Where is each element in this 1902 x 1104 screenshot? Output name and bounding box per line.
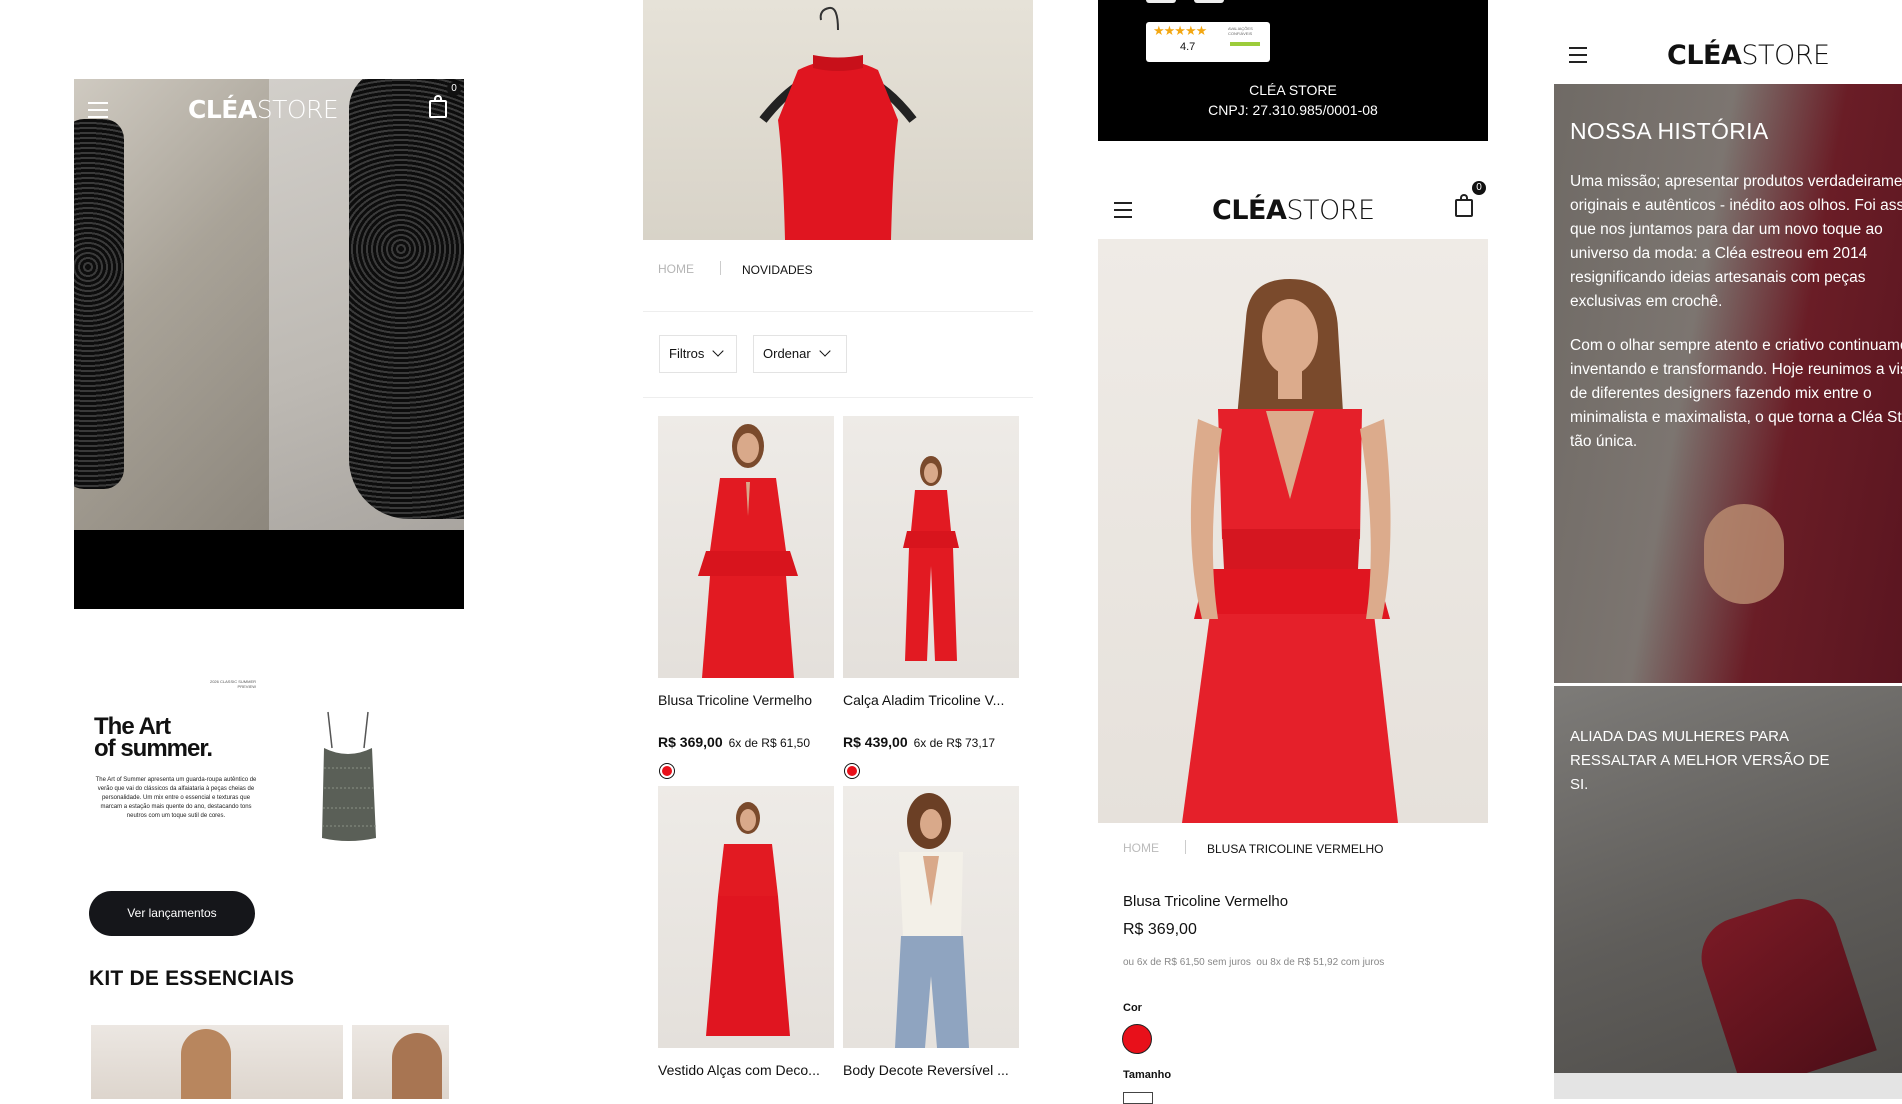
category-banner [643,0,1033,240]
crochet-dress-right [349,79,464,519]
history-background-image: NOSSA HISTÓRIA Uma missão; apresentar pr… [1554,84,1902,683]
rating-brand-mark [1230,42,1260,46]
product-price: R$ 369,00 6x de R$ 61,50 [658,734,811,750]
cart-count-badge: 0 [1472,181,1486,195]
hero-photo-right [269,79,464,530]
model-head [181,1029,231,1099]
hands-photo [1704,504,1784,604]
rating-value: 4.7 [1180,41,1196,53]
product-card-image[interactable] [658,416,834,678]
history-title: NOSSA HISTÓRIA [1570,118,1769,144]
next-section-strip [1554,1073,1902,1099]
product-card-image[interactable] [843,416,1019,678]
breadcrumb-current: NOVIDADES [742,263,813,277]
product-name[interactable]: Blusa Tricoline Vermelho [658,692,812,708]
banner-title: The Art of summer. [94,713,213,762]
breadcrumb-divider [1185,840,1186,854]
breadcrumb-divider [720,261,721,275]
sort-dropdown[interactable]: Ordenar [753,335,847,373]
divider [643,397,1033,398]
hero-banner[interactable]: CLÉASTORE 0 [74,79,464,609]
filters-dropdown[interactable]: Filtros [659,335,737,373]
size-label: Tamanho [1123,1069,1172,1081]
cart-icon[interactable] [1455,194,1473,217]
tagline-background-image: ALIADA DAS MULHERES PARA RESSALTAR A MEL… [1554,686,1902,1073]
cart-count-badge: 0 [447,82,461,96]
chevron-down-icon [712,345,725,357]
stars-icon: ★★★★★ [1153,23,1207,38]
rating-caption: AVALIAÇÕES CONFIÁVEIS [1228,26,1253,36]
product-price: R$ 439,00 6x de R$ 73,17 [843,734,996,750]
history-paragraph-1: Uma missão; apresentar produtos verdadei… [1570,173,1902,310]
history-paragraph-2: Com o olhar sempre atento e criativo con… [1570,337,1902,450]
crochet-top-image [318,708,378,844]
breadcrumb-home[interactable]: HOME [1123,841,1159,855]
chevron-down-icon [819,345,831,357]
footer-block: ★★★★★ 4.7 AVALIAÇÕES CONFIÁVEIS CLÉA STO… [1098,0,1488,141]
kit-product-image-1[interactable] [91,1025,343,1099]
breadcrumb-home[interactable]: HOME [658,262,694,276]
color-swatch[interactable] [844,763,860,779]
shoe-photo [1691,888,1877,1073]
kit-product-image-2[interactable] [352,1025,449,1099]
product-title: Blusa Tricoline Vermelho [1123,893,1289,910]
section-title: KIT DE ESSENCIAIS [89,967,295,990]
installments-text: ou 6x de R$ 61,50 sem juros ou 8x de R$ … [1123,957,1385,968]
product-card-image[interactable] [658,786,834,1048]
menu-icon[interactable] [1114,202,1132,218]
store-logo[interactable]: CLÉASTORE [1667,40,1830,71]
color-swatch[interactable] [659,763,675,779]
product-name[interactable]: Vestido Alças com Deco... [658,1062,820,1078]
breadcrumb-current: BLUSA TRICOLINE VERMELHO [1207,842,1384,856]
size-option[interactable] [1123,1092,1153,1104]
product-price: R$ 369,00 [1123,921,1197,938]
store-logo[interactable]: CLÉASTORE [188,95,339,124]
product-main-image[interactable] [1098,239,1488,823]
rating-badge[interactable]: ★★★★★ 4.7 AVALIAÇÕES CONFIÁVEIS [1146,22,1270,62]
product-name[interactable]: Calça Aladim Tricoline V... [843,692,1004,708]
banner-body: The Art of Summer apresenta um guarda-ro… [95,777,257,819]
store-logo[interactable]: CLÉASTORE [1212,195,1375,226]
tagline-text: ALIADA DAS MULHERES PARA RESSALTAR A MEL… [1570,728,1830,793]
divider [643,311,1033,312]
crochet-garment-left [74,119,124,489]
company-info: CLÉA STORE CNPJ: 27.310.985/0001-08 [1208,82,1378,118]
color-option-red[interactable] [1122,1024,1152,1054]
footer-link-edge [1194,0,1224,3]
product-name[interactable]: Body Decote Reversível ... [843,1062,1009,1078]
banner-kicker: 2026 CLASSIC SUMMER PREVIEW [209,679,256,689]
view-releases-button[interactable]: Ver lançamentos [89,891,255,936]
menu-icon[interactable] [1569,47,1587,63]
model-head [392,1033,442,1099]
footer-link-edge [1146,0,1176,3]
product-card-image[interactable] [843,786,1019,1048]
cart-icon[interactable] [429,95,447,118]
hero-photo-left [74,79,269,530]
menu-icon[interactable] [88,102,108,118]
color-label: Cor [1123,1002,1142,1014]
